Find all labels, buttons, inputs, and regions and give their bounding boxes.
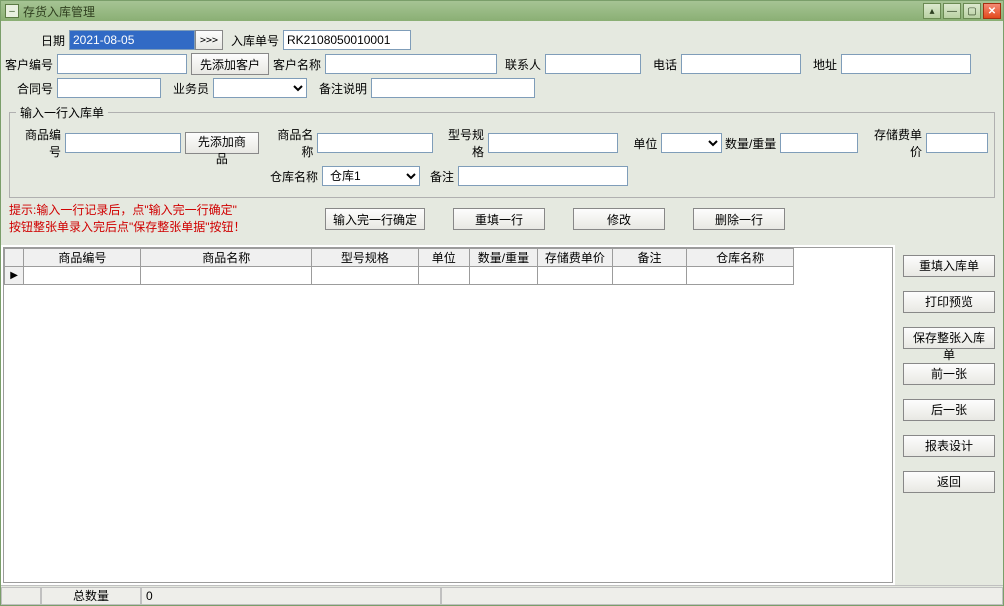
- entryno-input[interactable]: [283, 30, 411, 50]
- entry-line-legend: 输入一行入库单: [16, 104, 108, 121]
- status-total-value: 0: [141, 587, 441, 605]
- print-preview-button[interactable]: 打印预览: [903, 291, 995, 313]
- confirm-line-button[interactable]: 输入完一行确定: [325, 208, 425, 230]
- prodname-label: 商品名称: [268, 126, 317, 160]
- qty-label: 数量/重量: [722, 135, 780, 152]
- contact-label: 联系人: [497, 56, 545, 73]
- save-all-button[interactable]: 保存整张入库单: [903, 327, 995, 349]
- contractno-input[interactable]: [57, 78, 161, 98]
- grid-col-prodno[interactable]: 商品编号: [24, 248, 141, 266]
- refill-all-button[interactable]: 重填入库单: [903, 255, 995, 277]
- app-icon: –: [5, 4, 19, 18]
- grid-rowhandle-header: [5, 248, 24, 266]
- rollup-button[interactable]: ▴: [923, 3, 941, 19]
- contractno-label: 合同号: [17, 80, 57, 97]
- remark-input[interactable]: [458, 166, 628, 186]
- delete-line-button[interactable]: 删除一行: [693, 208, 785, 230]
- grid-area[interactable]: 商品编号 商品名称 型号规格 单位 数量/重量 存储费单价 备注 仓库名称 ▶: [3, 247, 893, 583]
- storeprice-input[interactable]: [926, 133, 988, 153]
- note-label: 备注说明: [319, 80, 371, 97]
- date-input[interactable]: [69, 30, 195, 50]
- window-title: 存货入库管理: [23, 3, 95, 20]
- back-button[interactable]: 返回: [903, 471, 995, 493]
- status-total-label: 总数量: [41, 587, 141, 605]
- address-label: 地址: [801, 56, 841, 73]
- grid-col-prodname[interactable]: 商品名称: [141, 248, 312, 266]
- window-titlebar: – 存货入库管理 ▴ — ▢ ✕: [1, 1, 1003, 21]
- close-button[interactable]: ✕: [983, 3, 1001, 19]
- contact-input[interactable]: [545, 54, 641, 74]
- add-product-button[interactable]: 先添加商品: [185, 132, 259, 154]
- hint-line-1: 提示:输入一行记录后，点"输入完一行确定": [9, 202, 305, 219]
- spec-label: 型号规格: [439, 126, 488, 160]
- grid-col-qty[interactable]: 数量/重量: [469, 248, 537, 266]
- unit-select[interactable]: [661, 133, 722, 153]
- salesman-select[interactable]: [213, 78, 307, 98]
- phone-label: 电话: [641, 56, 681, 73]
- row-indicator-icon: ▶: [5, 266, 24, 284]
- custno-label: 客户编号: [5, 56, 57, 73]
- phone-input[interactable]: [681, 54, 801, 74]
- refill-line-button[interactable]: 重填一行: [453, 208, 545, 230]
- table-row[interactable]: ▶: [5, 266, 794, 284]
- status-rest: [441, 587, 1003, 605]
- maximize-button[interactable]: ▢: [963, 3, 981, 19]
- next-sheet-button[interactable]: 后一张: [903, 399, 995, 421]
- prev-sheet-button[interactable]: 前一张: [903, 363, 995, 385]
- salesman-label: 业务员: [173, 80, 213, 97]
- entry-line-group: 输入一行入库单 商品编号 先添加商品 商品名称 型号规格 单位 数量/重量 存储…: [9, 104, 995, 198]
- grid-col-unit[interactable]: 单位: [418, 248, 469, 266]
- address-input[interactable]: [841, 54, 971, 74]
- entry-grid[interactable]: 商品编号 商品名称 型号规格 单位 数量/重量 存储费单价 备注 仓库名称 ▶: [4, 248, 794, 285]
- custno-input[interactable]: [57, 54, 187, 74]
- prodno-input[interactable]: [65, 133, 181, 153]
- grid-col-remark[interactable]: 备注: [612, 248, 687, 266]
- grid-col-warehouse[interactable]: 仓库名称: [687, 248, 794, 266]
- minimize-button[interactable]: —: [943, 3, 961, 19]
- entryno-label: 入库单号: [231, 32, 283, 49]
- storeprice-label: 存储费单价: [866, 126, 926, 160]
- grid-col-spec[interactable]: 型号规格: [312, 248, 419, 266]
- warehouse-select[interactable]: 仓库1: [322, 166, 420, 186]
- date-picker-button[interactable]: >>>: [195, 30, 223, 50]
- spec-input[interactable]: [488, 133, 618, 153]
- warehouse-label: 仓库名称: [270, 168, 322, 185]
- qty-input[interactable]: [780, 133, 858, 153]
- status-spacer: [1, 587, 41, 605]
- unit-label: 单位: [624, 135, 662, 152]
- custname-input[interactable]: [325, 54, 497, 74]
- report-design-button[interactable]: 报表设计: [903, 435, 995, 457]
- date-label: 日期: [29, 32, 69, 49]
- remark-label: 备注: [430, 168, 458, 185]
- note-input[interactable]: [371, 78, 535, 98]
- prodname-input[interactable]: [317, 133, 433, 153]
- grid-col-storeprice[interactable]: 存储费单价: [538, 248, 613, 266]
- modify-line-button[interactable]: 修改: [573, 208, 665, 230]
- prodno-label: 商品编号: [16, 126, 65, 160]
- custname-label: 客户名称: [269, 56, 325, 73]
- add-customer-button[interactable]: 先添加客户: [191, 53, 269, 75]
- hint-line-2: 按钮整张单录入完后点"保存整张单据"按钮！: [9, 219, 305, 236]
